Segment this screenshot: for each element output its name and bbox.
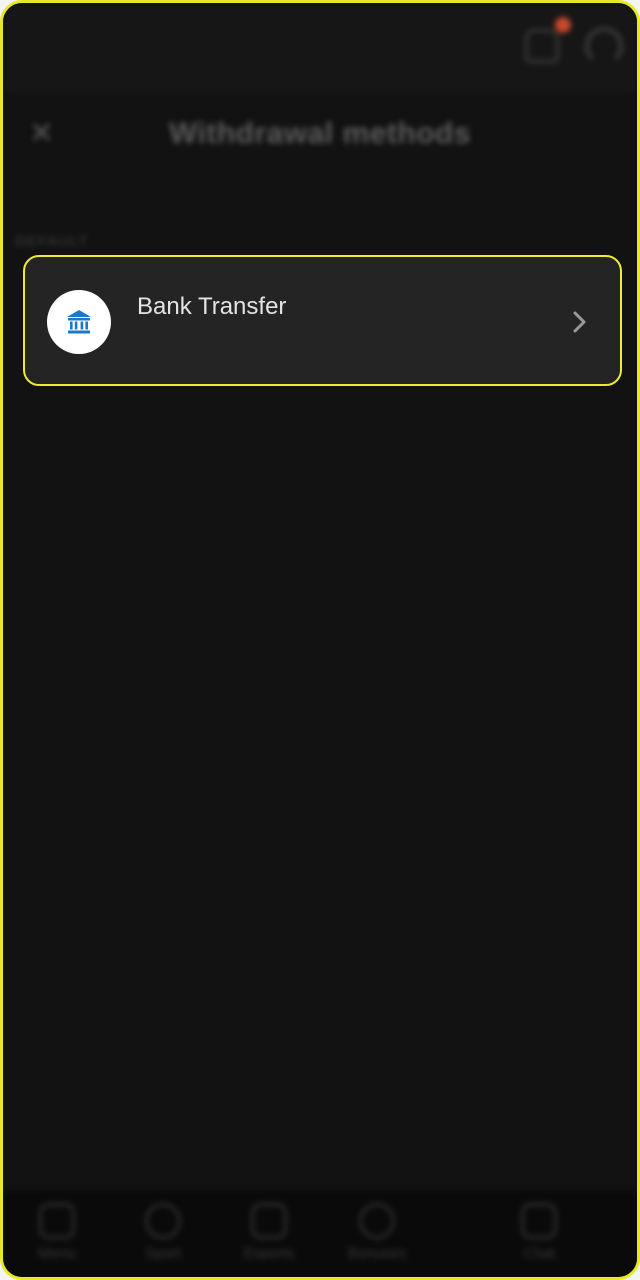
nav-item-sport[interactable]: Sport [113,1203,213,1262]
nav-label: Menu [38,1245,76,1262]
method-icon-container [47,290,111,354]
bottom-navigation: Menu Sport Esports Bonuses Chat [3,1191,637,1277]
bonus-icon [359,1203,395,1239]
section-label: DEFAULT [15,233,89,250]
top-bar [3,3,637,93]
page-title: Withdrawal methods [168,117,472,150]
menu-icon [39,1203,75,1239]
sport-icon [145,1203,181,1239]
blurred-background: ✕ Withdrawal methods DEFAULT Menu Sport … [3,3,637,1277]
notification-badge [555,17,571,33]
nav-item-chat[interactable]: Chat [489,1203,589,1262]
nav-item-menu[interactable]: Menu [7,1203,107,1262]
user-profile-icon[interactable] [585,27,623,65]
bank-icon [67,310,91,334]
nav-label: Bonuses [347,1245,407,1262]
nav-label: Sport [145,1245,181,1262]
app-frame: ✕ Withdrawal methods DEFAULT Menu Sport … [0,0,640,1280]
nav-item-bonuses[interactable]: Bonuses [327,1203,427,1262]
nav-label: Chat [523,1245,555,1262]
method-label: Bank Transfer [137,293,287,320]
gamepad-icon [251,1203,287,1239]
chat-icon [521,1203,557,1239]
chevron-right-icon [573,311,586,333]
nav-label: Esports [243,1245,295,1262]
notification-bell-icon[interactable] [525,29,559,63]
withdrawal-method-bank-transfer[interactable]: Bank Transfer [23,255,622,386]
nav-item-esports[interactable]: Esports [219,1203,319,1262]
